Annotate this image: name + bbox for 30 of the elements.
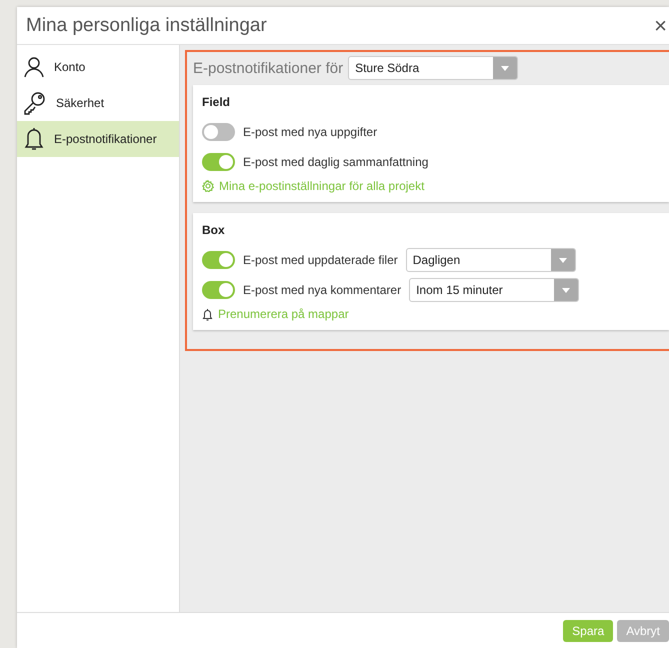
toggle-label: E-post med nya uppgifter <box>243 125 378 139</box>
sidebar-label: Säkerhet <box>56 96 104 110</box>
toggle-label: E-post med daglig sammanfattning <box>243 155 428 169</box>
caret-icon <box>558 258 567 262</box>
card-title: Box <box>202 223 226 237</box>
bell-icon <box>23 126 45 152</box>
caret-icon <box>501 66 510 70</box>
toggle-label: E-post med nya kommentarer <box>243 283 402 297</box>
gear-icon <box>202 180 214 192</box>
toggle-switch[interactable] <box>202 123 235 141</box>
close-button[interactable]: × <box>652 12 669 38</box>
section-heading: E-postnotifikationer för <box>193 60 344 76</box>
window-title: Mina personliga inställningar <box>26 14 267 36</box>
caret-icon <box>562 288 570 292</box>
toggle-switch[interactable] <box>202 281 235 299</box>
key-icon <box>23 91 47 115</box>
toggle-switch[interactable] <box>202 251 235 269</box>
bell-icon <box>202 308 213 320</box>
sidebar-item[interactable]: E-postnotifikationer <box>17 121 179 157</box>
sidebar-label: E-postnotifikationer <box>54 132 157 146</box>
sidebar-label: Konto <box>54 60 86 74</box>
toggle-switch[interactable] <box>202 153 235 171</box>
card-title: Field <box>202 95 232 109</box>
sidebar-item[interactable]: Säkerhet <box>17 85 179 121</box>
dropdown[interactable]: Sture Södra <box>348 56 518 80</box>
toggle-label: E-post med uppdaterade filer <box>243 253 398 267</box>
dropdown[interactable]: Dagligen <box>406 248 576 272</box>
person-icon <box>23 56 45 78</box>
sidebar-item[interactable]: Konto <box>17 49 179 85</box>
dropdown[interactable]: Inom 15 minuter <box>409 278 580 302</box>
